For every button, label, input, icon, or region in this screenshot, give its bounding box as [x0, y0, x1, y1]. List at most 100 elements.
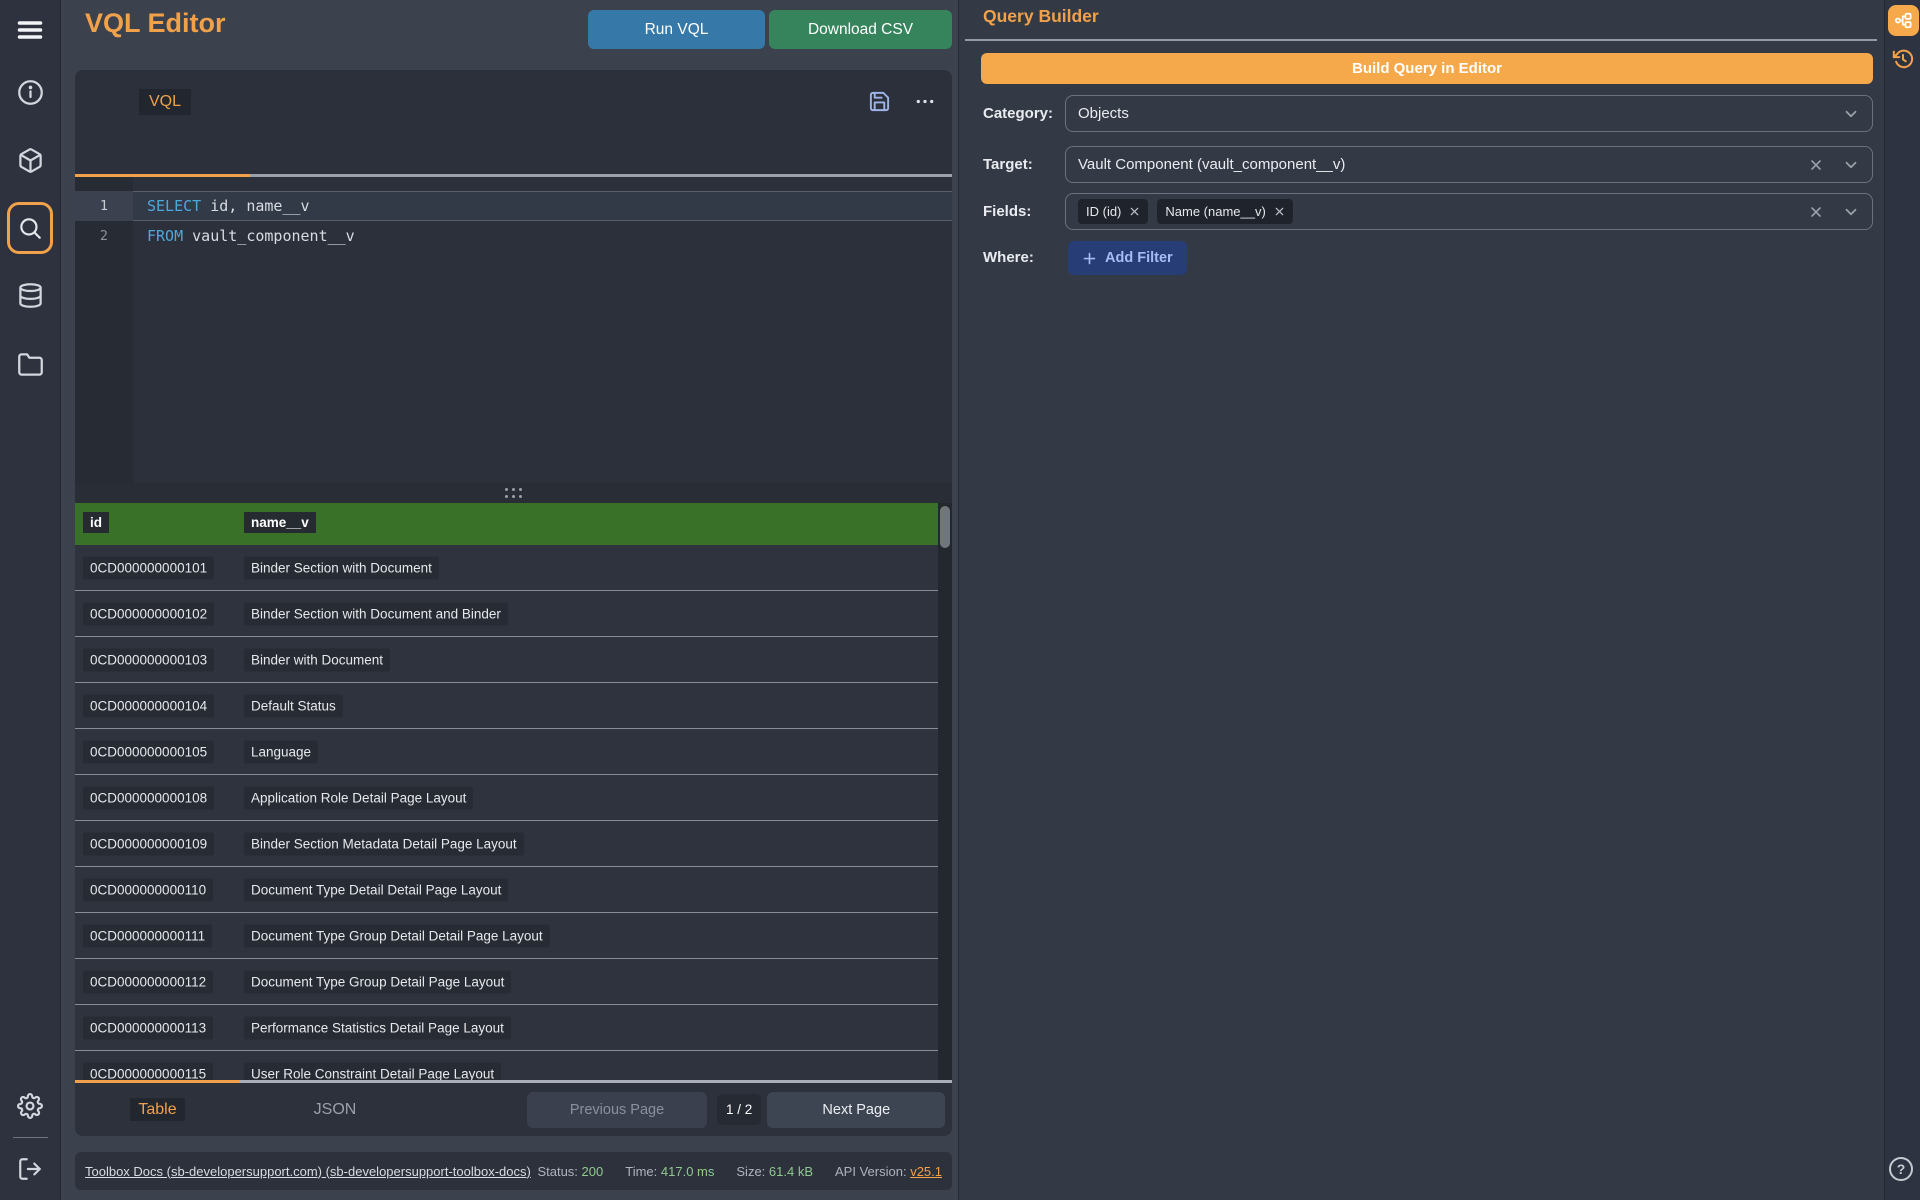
- table-row: 0CD000000000102Binder Section with Docum…: [75, 591, 938, 637]
- chevron-down-icon[interactable]: [1842, 203, 1860, 221]
- previous-page-button[interactable]: Previous Page: [527, 1092, 707, 1128]
- line-number: 1: [75, 191, 133, 221]
- page-title: VQL Editor: [85, 8, 226, 39]
- category-label: Category:: [983, 105, 1053, 122]
- size-stat: Size: 61.4 kB: [736, 1164, 813, 1179]
- cell-name: Document Type Group Detail Page Layout: [244, 970, 511, 993]
- column-header-id: id: [83, 512, 109, 533]
- field-chip-label: ID (id): [1086, 204, 1121, 219]
- chevron-down-icon[interactable]: [1842, 105, 1860, 123]
- folder-icon[interactable]: [0, 342, 60, 386]
- cell-id: 0CD000000000103: [83, 648, 214, 671]
- drag-dots-icon: [505, 488, 523, 499]
- cell-name: User Role Constraint Detail Page Layout: [244, 1062, 501, 1080]
- add-filter-button[interactable]: Add Filter: [1068, 241, 1187, 275]
- run-vql-button[interactable]: Run VQL: [588, 10, 765, 49]
- table-row: 0CD000000000101 Binder Section with Docum…: [75, 545, 938, 591]
- remove-field-icon[interactable]: [1129, 206, 1140, 217]
- time-value: 417.0 ms: [661, 1164, 714, 1179]
- chevron-down-icon[interactable]: [1842, 156, 1860, 174]
- status-value: 200: [582, 1164, 604, 1179]
- table-row: 0CD000000000105 Language: [75, 729, 938, 775]
- next-page-button[interactable]: Next Page: [767, 1092, 945, 1128]
- query-builder-title: Query Builder: [983, 6, 1099, 27]
- cell-name: Binder with Document: [244, 648, 390, 671]
- fields-label: Fields:: [983, 203, 1031, 220]
- history-icon[interactable]: [1892, 48, 1914, 70]
- cell-name: Document Type Detail Detail Page Layout: [244, 878, 508, 901]
- request-stats: Status: 200 Time: 417.0 ms Size: 61.4 kB…: [537, 1164, 942, 1179]
- more-options-icon[interactable]: [913, 90, 937, 113]
- code-line[interactable]: 1SELECT id, name__v: [75, 191, 952, 221]
- cell-name: Application Role Detail Page Layout: [244, 786, 473, 809]
- table-header-row: id name__v: [75, 503, 938, 545]
- clear-icon[interactable]: [1808, 204, 1824, 220]
- cell-name: Binder Section with Document and Binder: [244, 602, 508, 625]
- download-csv-button[interactable]: Download CSV: [769, 10, 952, 49]
- api-version-stat: API Version: v25.1: [835, 1164, 942, 1179]
- settings-icon[interactable]: [0, 1084, 60, 1128]
- logout-icon[interactable]: [0, 1147, 60, 1191]
- right-sidebar: ?: [1884, 0, 1920, 1200]
- category-select[interactable]: Objects: [1065, 95, 1873, 132]
- docs-link[interactable]: Toolbox Docs (sb-developersupport.com) (…: [85, 1164, 531, 1179]
- field-chip-label: Name (name__v): [1165, 204, 1265, 219]
- column-header-name: name__v: [244, 512, 316, 533]
- table-row: 0CD000000000108 Application Role Detail P…: [75, 775, 938, 821]
- api-version-link[interactable]: v25.1: [910, 1164, 942, 1179]
- target-select[interactable]: Vault Component (vault_component__v): [1065, 146, 1873, 183]
- table-row: 0CD000000000104Default Status: [75, 683, 938, 729]
- horizontal-resize-handle[interactable]: [75, 483, 952, 503]
- table-row: 0CD000000000113 Performance Statistics De…: [75, 1005, 938, 1051]
- table-body: 0CD000000000101 Binder Section with Docum…: [75, 545, 938, 1080]
- category-value: Objects: [1078, 105, 1129, 122]
- results-table: id name__v 0CD000000000101 Binder Section…: [75, 503, 952, 1080]
- tab-table-label: Table: [130, 1098, 184, 1121]
- cell-name: Binder Section with Document: [244, 556, 439, 579]
- help-icon[interactable]: ?: [1889, 1157, 1913, 1181]
- cell-id: 0CD000000000101: [83, 556, 214, 579]
- where-label: Where:: [983, 249, 1034, 266]
- table-row: 0CD000000000115 User Role Constraint Deta…: [75, 1051, 938, 1080]
- sidebar-divider: [13, 1137, 48, 1138]
- table-scrollbar[interactable]: [938, 503, 952, 1080]
- scrollbar-thumb[interactable]: [940, 506, 950, 548]
- cell-name: Language: [244, 740, 318, 763]
- tab-json-label: JSON: [314, 1101, 357, 1118]
- fields-select[interactable]: ID (id) Name (name__v): [1065, 193, 1873, 230]
- package-icon[interactable]: [0, 138, 60, 182]
- field-chip: Name (name__v): [1157, 199, 1292, 224]
- table-row: 0CD000000000112Document Type Group Detai…: [75, 959, 938, 1005]
- schema-flow-button[interactable]: [1888, 5, 1919, 36]
- status-stat: Status: 200: [537, 1164, 603, 1179]
- line-number: 2: [75, 221, 133, 251]
- save-icon[interactable]: [868, 90, 891, 113]
- clear-icon[interactable]: [1808, 157, 1824, 173]
- info-icon[interactable]: [0, 70, 60, 114]
- target-value: Vault Component (vault_component__v): [1078, 156, 1345, 173]
- remove-field-icon[interactable]: [1274, 206, 1285, 217]
- left-sidebar: [0, 0, 61, 1200]
- cell-name: Performance Statistics Detail Page Layou…: [244, 1016, 511, 1039]
- build-query-button[interactable]: Build Query in Editor: [981, 53, 1873, 84]
- cell-id: 0CD000000000110: [83, 878, 213, 901]
- tab-vql[interactable]: VQL: [139, 89, 191, 115]
- vql-editor-panel: VQL 1SELECT id, name__v2FROM vault_compo…: [75, 70, 952, 483]
- cell-id: 0CD000000000115: [83, 1062, 213, 1080]
- search-icon[interactable]: [7, 202, 53, 254]
- cell-id: 0CD000000000105: [83, 740, 214, 763]
- menu-icon[interactable]: [0, 8, 60, 52]
- cell-id: 0CD000000000113: [83, 1016, 213, 1039]
- database-icon[interactable]: [0, 273, 60, 317]
- size-value: 61.4 kB: [769, 1164, 813, 1179]
- table-row: 0CD000000000110 Document Type Detail Deta…: [75, 867, 938, 913]
- add-filter-label: Add Filter: [1105, 250, 1173, 266]
- tab-table[interactable]: Table: [75, 1101, 240, 1119]
- results-toolbar: Table JSON Previous Page 1 / 2 Next Page: [75, 1083, 952, 1136]
- code-line[interactable]: 2FROM vault_component__v: [75, 221, 952, 251]
- code-editor[interactable]: 1SELECT id, name__v2FROM vault_component…: [75, 177, 952, 483]
- cell-id: 0CD000000000108: [83, 786, 214, 809]
- code-text: SELECT id, name__v: [133, 191, 310, 221]
- cell-id: 0CD000000000104: [83, 694, 214, 717]
- tab-json[interactable]: JSON: [240, 1101, 430, 1119]
